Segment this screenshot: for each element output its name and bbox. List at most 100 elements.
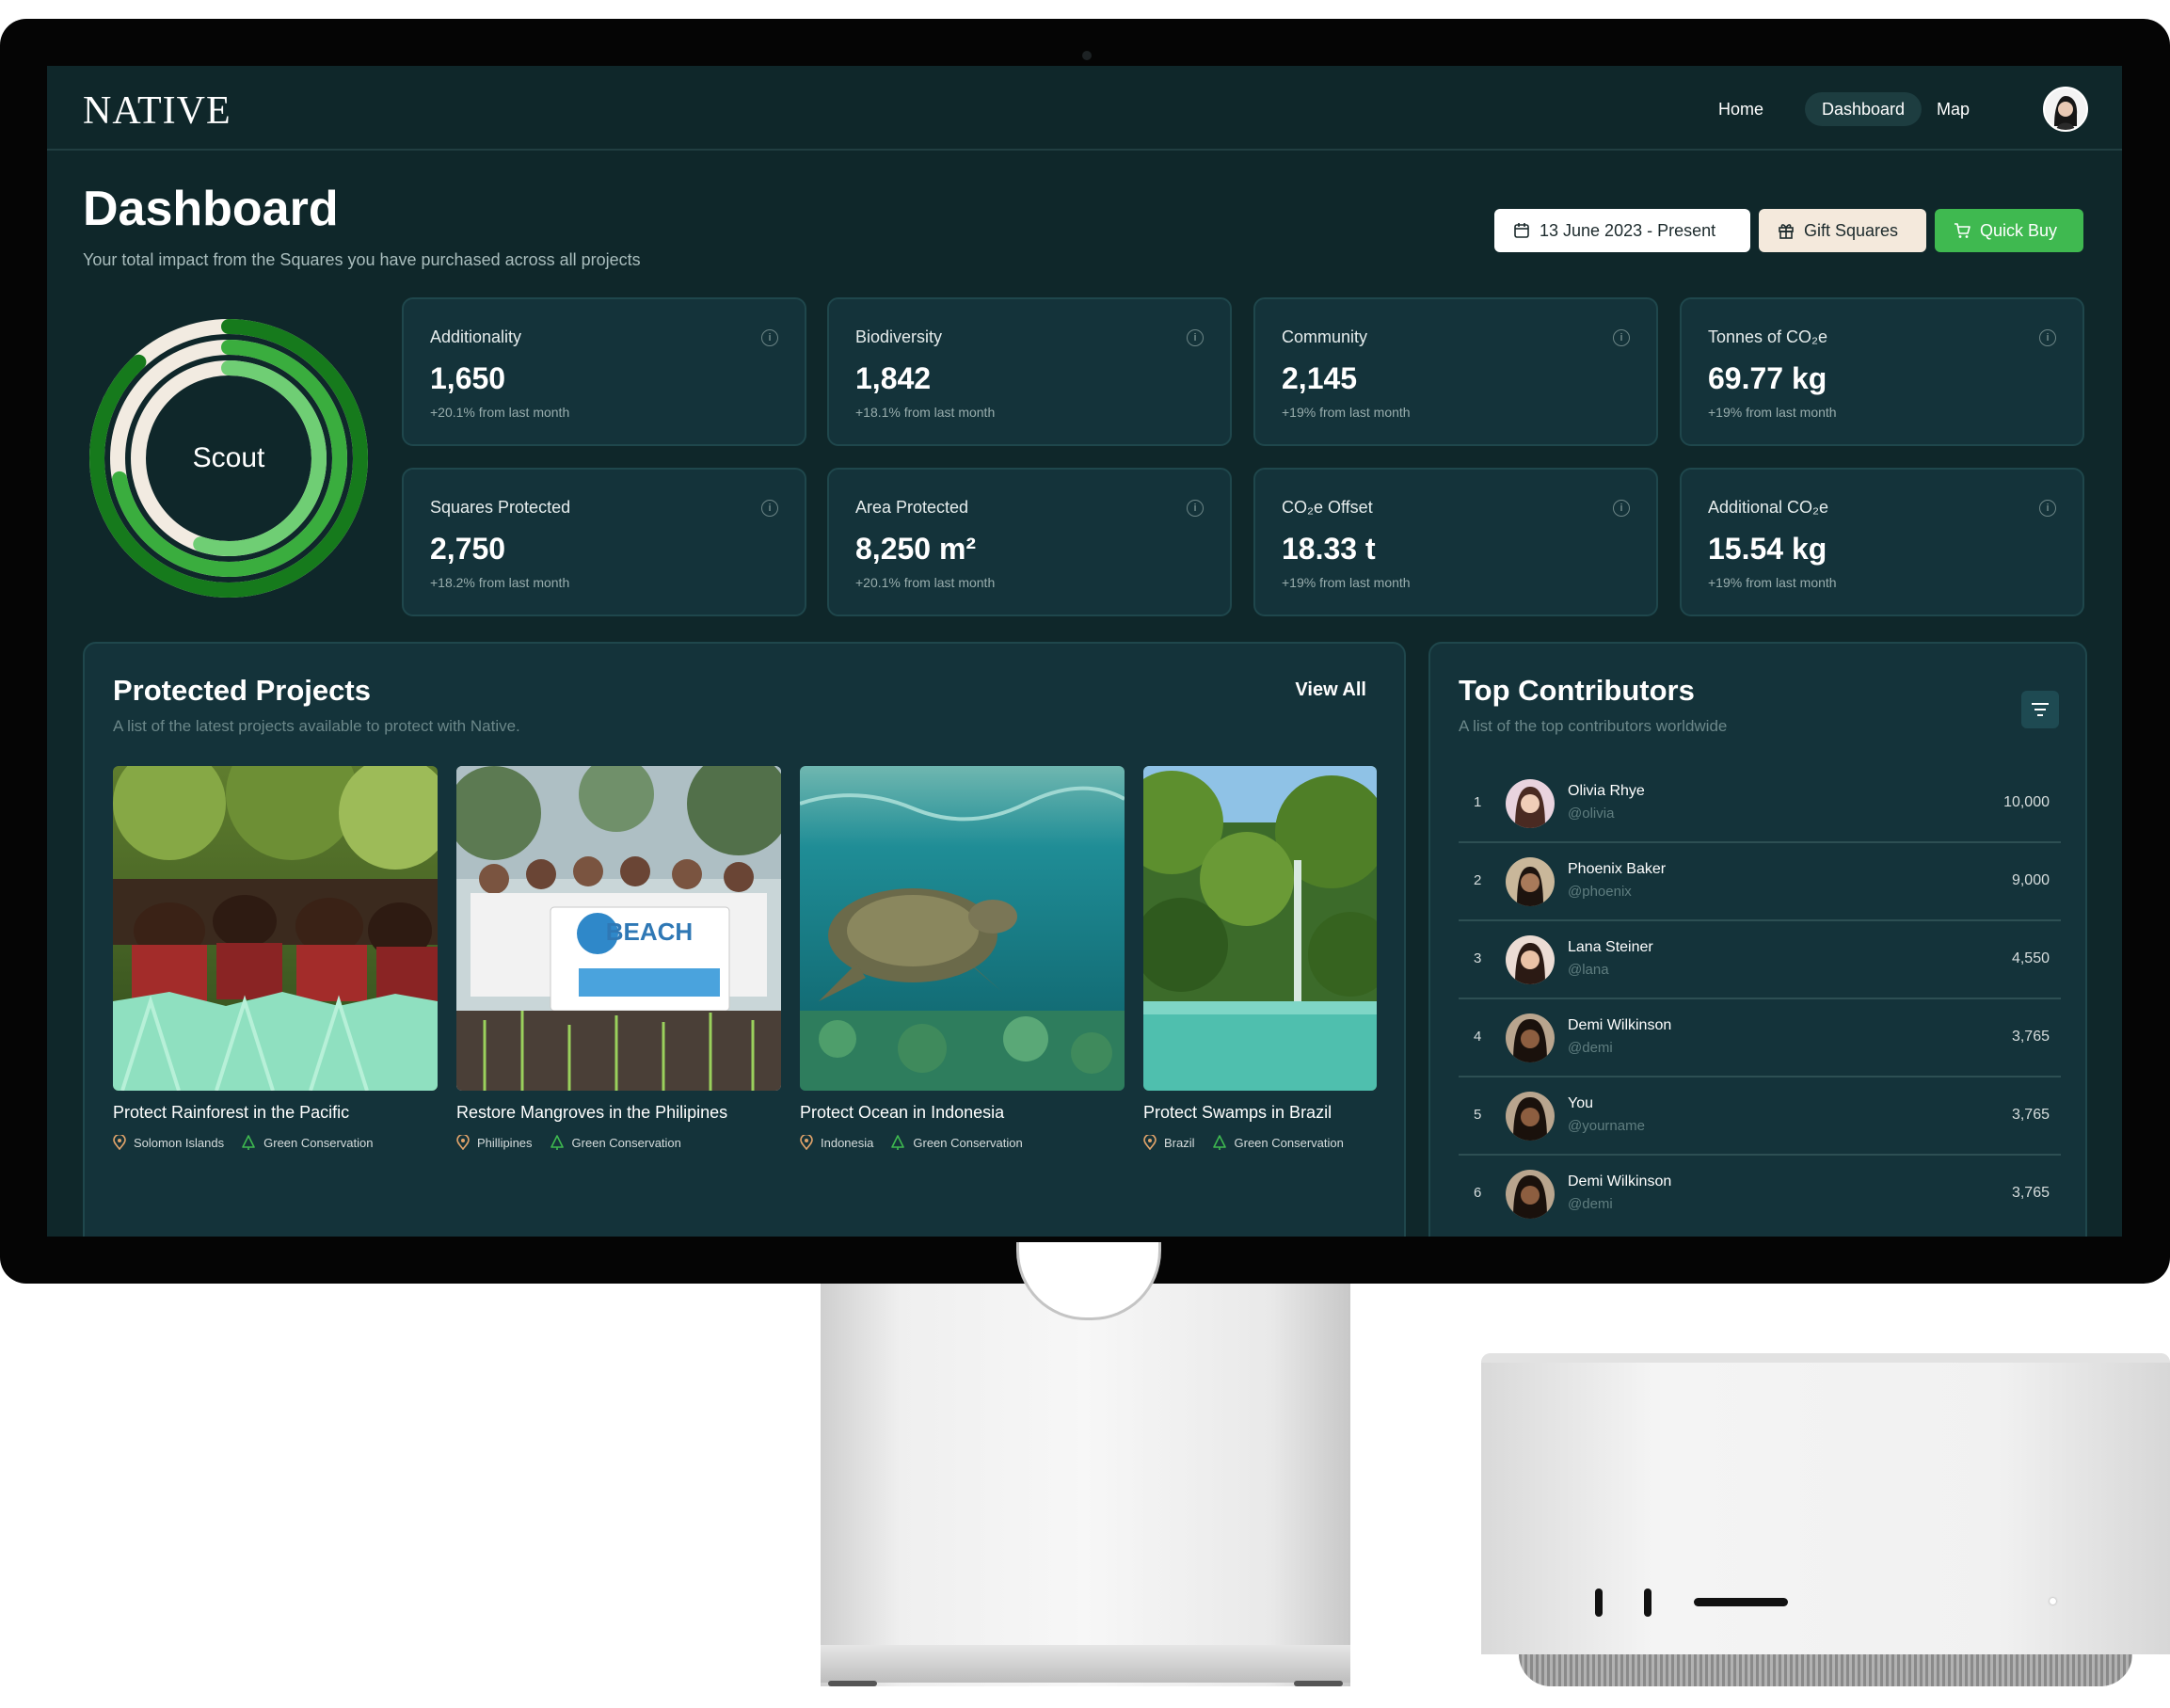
project-meta: Indonesia Green Conservation — [800, 1135, 1040, 1150]
contributor-rank: 1 — [1474, 794, 1482, 810]
contributor-avatar — [1506, 1170, 1555, 1219]
user-avatar-icon[interactable] — [2043, 87, 2088, 132]
quick-buy-button[interactable]: Quick Buy — [1935, 209, 2083, 252]
sd-card-slot — [1694, 1598, 1788, 1606]
location-pin-icon — [1143, 1135, 1157, 1150]
contributor-name: Demi Wilkinson — [1568, 1173, 1672, 1189]
stat-label: Additional CO₂e — [1708, 498, 1829, 517]
contributor-row[interactable]: 5 You @yourname 3,765 — [1459, 1078, 2061, 1156]
gift-squares-button[interactable]: Gift Squares — [1759, 209, 1926, 252]
panel-title: Top Contributors — [1459, 674, 1695, 707]
nav-map[interactable]: Map — [1920, 92, 1987, 126]
contributor-name: You — [1568, 1095, 1593, 1111]
contributor-rank: 6 — [1474, 1185, 1482, 1201]
project-category: Green Conservation — [1234, 1135, 1344, 1150]
nav-dashboard[interactable]: Dashboard — [1805, 92, 1923, 126]
panel-subtitle: A list of the top contributors worldwide — [1459, 717, 1728, 735]
stat-change: +20.1% from last month — [430, 405, 570, 420]
stat-change: +18.2% from last month — [430, 575, 570, 590]
info-icon[interactable]: i — [761, 500, 778, 517]
stat-label: Biodiversity — [855, 327, 943, 346]
stat-card-community: Community i 2,145 +19% from last month — [1253, 297, 1658, 446]
tree-icon — [550, 1135, 564, 1150]
location-pin-icon — [456, 1135, 470, 1150]
project-card[interactable]: Protect Swamps in Brazil Brazil Green Co… — [1143, 766, 1377, 1161]
stat-card-biodiversity: Biodiversity i 1,842 +18.1% from last mo… — [827, 297, 1232, 446]
contributor-avatar — [1506, 857, 1555, 906]
contributor-score: 9,000 — [2011, 872, 2050, 888]
stat-card-area-protected: Area Protected i 8,250 m² +20.1% from la… — [827, 468, 1232, 616]
filter-icon — [2032, 703, 2049, 716]
contributor-rank: 2 — [1474, 872, 1482, 888]
contributor-row[interactable]: 6 Demi Wilkinson @demi 3,765 — [1459, 1157, 2061, 1234]
project-card[interactable]: Protect Rainforest in the Pacific Solomo… — [113, 766, 438, 1161]
info-icon[interactable]: i — [2039, 500, 2056, 517]
project-card[interactable]: BEACH Restore Mangroves in the Philipine… — [456, 766, 781, 1161]
banner-text: BEACH — [606, 918, 693, 946]
info-icon[interactable]: i — [1187, 329, 1204, 346]
contributor-row[interactable]: 4 Demi Wilkinson @demi 3,765 — [1459, 1000, 2061, 1077]
contributor-handle: @demi — [1568, 1196, 1613, 1212]
info-icon[interactable]: i — [2039, 329, 2056, 346]
project-image-swamps[interactable] — [1143, 766, 1377, 1091]
stat-label: Additionality — [430, 327, 522, 346]
project-category: Green Conservation — [263, 1135, 374, 1150]
stat-card-squares-protected: Squares Protected i 2,750 +18.2% from la… — [402, 468, 806, 616]
contributor-row[interactable]: 2 Phoenix Baker @phoenix 9,000 — [1459, 844, 2061, 921]
stat-value: 69.77 kg — [1708, 361, 1827, 395]
info-icon[interactable]: i — [1187, 500, 1204, 517]
mac-studio-base — [1519, 1654, 2132, 1686]
project-location: Solomon Islands — [134, 1135, 225, 1150]
project-image-mangroves[interactable]: BEACH — [456, 766, 781, 1091]
tree-icon — [1212, 1135, 1226, 1150]
contributor-handle: @phoenix — [1568, 884, 1632, 900]
contributor-row[interactable]: 1 Olivia Rhye @olivia 10,000 — [1459, 766, 2061, 843]
monitor-stand — [821, 1282, 1350, 1686]
stat-label: Area Protected — [855, 498, 969, 517]
stat-label: Squares Protected — [430, 498, 571, 517]
stat-card-co2e-offset: CO₂e Offset i 18.33 t +19% from last mon… — [1253, 468, 1658, 616]
nav-home[interactable]: Home — [1701, 92, 1780, 126]
contributor-rank: 5 — [1474, 1107, 1482, 1123]
project-title: Restore Mangroves in the Philipines — [456, 1103, 728, 1122]
project-meta: Brazil Green Conservation — [1143, 1135, 1361, 1150]
contributor-avatar — [1506, 1014, 1555, 1062]
info-icon[interactable]: i — [1613, 329, 1630, 346]
contributor-row[interactable]: 3 Lana Steiner @lana 4,550 — [1459, 922, 2061, 999]
stat-card-additional-co2e: Additional CO₂e i 15.54 kg +19% from las… — [1680, 468, 2084, 616]
contributor-score: 4,550 — [2011, 950, 2050, 966]
contributor-score: 3,765 — [2011, 1185, 2050, 1201]
filter-button[interactable] — [2021, 691, 2059, 728]
project-image-rainforest[interactable] — [113, 766, 438, 1091]
stat-label: Community — [1282, 327, 1368, 346]
tree-icon — [242, 1135, 255, 1150]
project-title: Protect Rainforest in the Pacific — [113, 1103, 350, 1122]
contributor-handle: @olivia — [1568, 806, 1615, 822]
mac-studio — [1481, 1353, 2170, 1654]
project-title: Protect Ocean in Indonesia — [800, 1103, 1005, 1122]
info-icon[interactable]: i — [761, 329, 778, 346]
monitor-stand-base — [821, 1645, 1350, 1683]
view-all-link[interactable]: View All — [1295, 679, 1366, 701]
stat-value: 1,842 — [855, 361, 932, 395]
level-rings: Scout — [83, 312, 375, 604]
brand-logo[interactable]: NATIVE — [83, 88, 231, 134]
stat-value: 8,250 m² — [855, 532, 977, 566]
stat-card-tonnes-co2e: Tonnes of CO₂e i 69.77 kg +19% from last… — [1680, 297, 2084, 446]
power-led — [2050, 1598, 2056, 1604]
tree-icon — [891, 1135, 905, 1150]
project-location: Phillipines — [477, 1135, 533, 1150]
stand-foot-left — [828, 1681, 877, 1686]
page-subtitle: Your total impact from the Squares you h… — [83, 250, 641, 269]
project-card[interactable]: Protect Ocean in Indonesia Indonesia Gre… — [800, 766, 1125, 1161]
project-category: Green Conservation — [913, 1135, 1023, 1150]
location-pin-icon — [113, 1135, 126, 1150]
project-location: Brazil — [1164, 1135, 1195, 1150]
project-image-ocean[interactable] — [800, 766, 1125, 1091]
info-icon[interactable]: i — [1613, 500, 1630, 517]
contributor-handle: @lana — [1568, 962, 1609, 978]
panel-subtitle: A list of the latest projects available … — [113, 717, 520, 735]
camera-icon — [1082, 51, 1092, 60]
date-range-button[interactable]: 13 June 2023 - Present — [1494, 209, 1750, 252]
location-pin-icon — [800, 1135, 813, 1150]
